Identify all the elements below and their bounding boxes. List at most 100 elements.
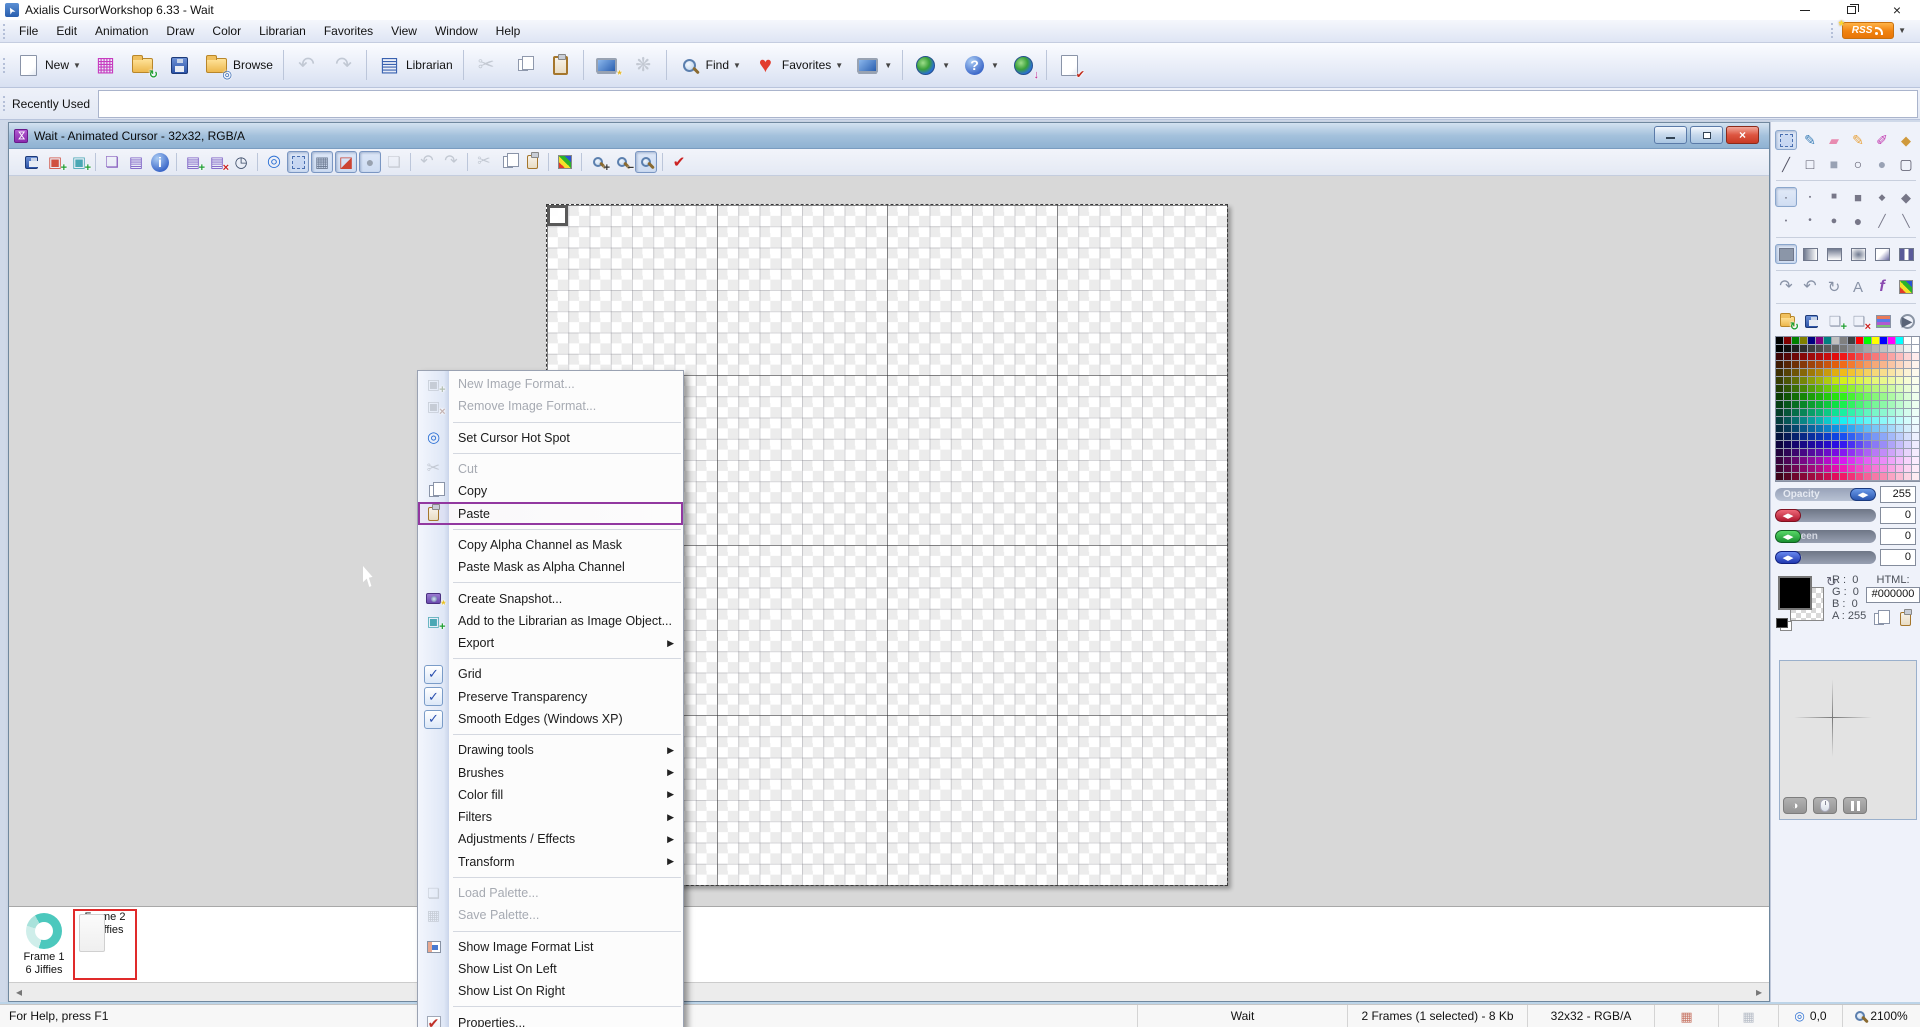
menu-favorites[interactable]: Favorites [315,21,382,41]
palette-lines[interactable] [1873,311,1893,331]
palette-color-14-2[interactable] [1792,449,1800,457]
palette-color-1-4[interactable] [1808,345,1816,353]
palette-color-13-16[interactable] [1904,441,1912,449]
palette-color-14-7[interactable] [1832,449,1840,457]
palette-color-11-10[interactable] [1856,425,1864,433]
palette-color-6-9[interactable] [1848,385,1856,393]
palette-color-17-17[interactable] [1912,473,1920,481]
palette-color-12-6[interactable] [1824,433,1832,441]
screen-button[interactable]: ▼ [849,47,898,83]
palette-color-9-11[interactable] [1864,409,1872,417]
palette-color-2-7[interactable] [1832,353,1840,361]
palette-color-8-0[interactable] [1776,401,1784,409]
palette-color-15-11[interactable] [1864,457,1872,465]
palette-color-0-15[interactable] [1896,337,1904,345]
palette-color-14-13[interactable] [1880,449,1888,457]
palette-color-11-14[interactable] [1888,425,1896,433]
palette-color-9-7[interactable] [1832,409,1840,417]
palette-color-5-6[interactable] [1824,377,1832,385]
palette-color-3-8[interactable] [1840,361,1848,369]
context-create-snapshot[interactable]: *Create Snapshot... [418,587,683,609]
brush-slash[interactable]: ╱ [1871,211,1893,231]
palette-menu[interactable]: ▶ [1897,311,1917,331]
doc-paste-button[interactable] [521,151,543,173]
palette-color-14-4[interactable] [1808,449,1816,457]
palette-color-8-11[interactable] [1864,401,1872,409]
palette-color-8-6[interactable] [1824,401,1832,409]
rss-button[interactable]: * RSS [1842,22,1894,39]
palette-color-5-4[interactable] [1808,377,1816,385]
palette-color-14-0[interactable] [1776,449,1784,457]
green-slider[interactable]: Green ◀▶ [1775,530,1876,543]
palette-color-15-9[interactable] [1848,457,1856,465]
brush-diamond-small[interactable]: ◆ [1871,187,1893,207]
palette-color-0-9[interactable] [1848,337,1856,345]
web-button-dropdown-arrow[interactable]: ▼ [942,61,950,70]
palette-color-11-2[interactable] [1792,425,1800,433]
palette-color-0-2[interactable] [1792,337,1800,345]
palette-color-5-10[interactable] [1856,377,1864,385]
palette-color-10-17[interactable] [1912,417,1920,425]
palette-color-2-17[interactable] [1912,353,1920,361]
palette-color-17-6[interactable] [1824,473,1832,481]
palette-color-14-14[interactable] [1888,449,1896,457]
menu-window[interactable]: Window [426,21,487,41]
palette-color-3-1[interactable] [1784,361,1792,369]
ellipse-tool[interactable]: ○ [1847,154,1869,174]
palette-color-17-16[interactable] [1904,473,1912,481]
new-button[interactable]: New▼ [10,47,87,83]
save-button[interactable] [161,47,198,83]
pencil-tool[interactable]: ✎ [1847,130,1869,150]
find-button-dropdown-arrow[interactable]: ▼ [733,61,741,70]
context-brushes[interactable]: Brushes▶ [418,761,683,783]
palette-color-5-13[interactable] [1880,377,1888,385]
palette-color-6-16[interactable] [1904,385,1912,393]
palette-color-2-12[interactable] [1872,353,1880,361]
palette-color-4-2[interactable] [1792,369,1800,377]
hot-spot-marker[interactable] [547,205,568,226]
web-button[interactable]: ▼ [907,47,956,83]
palette-color-14-10[interactable] [1856,449,1864,457]
context-adjustments-effects[interactable]: Adjustments / Effects▶ [418,828,683,850]
palette-color-4-0[interactable] [1776,369,1784,377]
palette-color-7-10[interactable] [1856,393,1864,401]
palette-color-7-9[interactable] [1848,393,1856,401]
context-smooth-edges[interactable]: ✓Smooth Edges (Windows XP) [418,708,683,730]
preview-mouse-button[interactable] [1813,797,1837,814]
palette-color-8-10[interactable] [1856,401,1864,409]
frame-2-item-selected[interactable]: Frame 2 6 Jiffies [73,909,137,980]
favorites-button[interactable]: ♥Favorites▼ [747,47,849,83]
palette-color-11-5[interactable] [1816,425,1824,433]
palette-color-11-7[interactable] [1832,425,1840,433]
palette-color-9-6[interactable] [1824,409,1832,417]
palette-color-6-8[interactable] [1840,385,1848,393]
palette-color-3-12[interactable] [1872,361,1880,369]
palette-color-14-1[interactable] [1784,449,1792,457]
palette-color-3-5[interactable] [1816,361,1824,369]
palette-color-1-1[interactable] [1784,345,1792,353]
palette-color-13-0[interactable] [1776,441,1784,449]
palette-color-10-3[interactable] [1800,417,1808,425]
palette-color-7-13[interactable] [1880,393,1888,401]
palette-color-14-12[interactable] [1872,449,1880,457]
opacity-slider-thumb[interactable]: ◀▶ [1850,488,1876,501]
restore-button[interactable] [1828,0,1874,20]
web-update-button[interactable]: ↓ [1005,47,1042,83]
palette-color-17-10[interactable] [1856,473,1864,481]
palette-color-5-15[interactable] [1896,377,1904,385]
palette-color-5-14[interactable] [1888,377,1896,385]
palette-color-13-8[interactable] [1840,441,1848,449]
preview-pause-button[interactable] [1843,797,1867,814]
palette-color-3-6[interactable] [1824,361,1832,369]
doc-add-frame-button[interactable]: ▤+ [182,151,204,173]
palette-color-6-7[interactable] [1832,385,1840,393]
palette-color-7-12[interactable] [1872,393,1880,401]
palette-color-4-4[interactable] [1808,369,1816,377]
palette-color-14-16[interactable] [1904,449,1912,457]
palette-color-7-8[interactable] [1840,393,1848,401]
palette-color-15-17[interactable] [1912,457,1920,465]
palette-color-2-14[interactable] [1888,353,1896,361]
palette-color-1-12[interactable] [1872,345,1880,353]
filled-rectangle-tool[interactable]: ■ [1823,154,1845,174]
doc-title-bar[interactable]: ⋈ Wait - Animated Cursor - 32x32, RGB/A … [9,123,1769,149]
